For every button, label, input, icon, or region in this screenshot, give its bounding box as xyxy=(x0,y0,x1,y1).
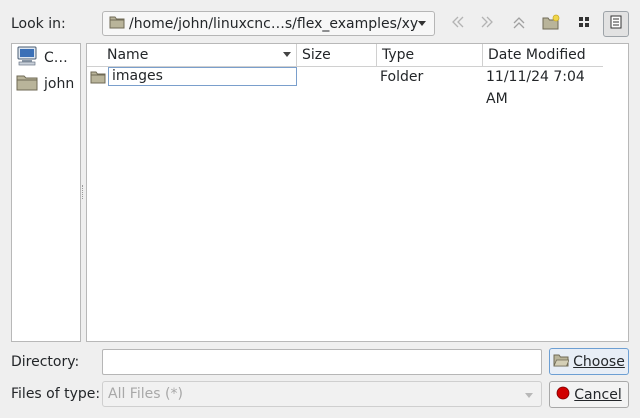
directory-input[interactable] xyxy=(102,349,542,375)
file-list-view[interactable]: Name Size Type Date Modified images Fold… xyxy=(86,43,629,342)
sidebar-item-label: C… xyxy=(44,50,68,66)
cancel-button[interactable]: Cancel xyxy=(549,381,629,408)
list-view-icon xyxy=(576,14,592,34)
files-of-type-combo: All Files (*) xyxy=(102,381,542,407)
look-in-combo[interactable]: /home/john/linuxcnc…s/flex_examples/xyz xyxy=(102,11,435,36)
row-type: Folder xyxy=(380,69,424,85)
list-view-button[interactable] xyxy=(571,11,597,37)
folder-icon xyxy=(90,69,106,85)
rename-field[interactable]: images xyxy=(108,67,297,86)
column-header-label: Date Modified xyxy=(488,47,586,63)
choose-label: Choose xyxy=(573,353,625,370)
parent-directory-icon xyxy=(511,14,527,34)
detail-view-icon xyxy=(608,14,624,34)
computer-icon xyxy=(16,46,38,70)
table-row[interactable]: images Folder 11/11/24 7:04 AM xyxy=(87,66,603,107)
column-header-label: Size xyxy=(302,47,331,63)
sidebar-item-computer[interactable]: C… xyxy=(16,46,68,70)
detail-view-button[interactable] xyxy=(603,11,629,37)
splitter-handle[interactable] xyxy=(82,185,85,199)
chevron-down-icon xyxy=(525,393,533,398)
column-header-size[interactable]: Size xyxy=(297,44,377,66)
sort-descending-icon xyxy=(283,52,291,57)
sidebar-item-john[interactable]: john xyxy=(16,73,74,95)
folder-open-icon xyxy=(553,353,570,371)
back-arrow-icon xyxy=(449,14,465,34)
column-header-date[interactable]: Date Modified xyxy=(483,44,603,66)
look-in-path: /home/john/linuxcnc…s/flex_examples/xyz xyxy=(129,15,418,32)
parent-directory-button[interactable] xyxy=(506,11,532,37)
column-header-label: Name xyxy=(107,47,149,63)
forward-button[interactable] xyxy=(475,11,501,37)
directory-label: Directory: xyxy=(11,354,80,370)
folder-icon xyxy=(109,15,125,33)
cancel-label: Cancel xyxy=(574,386,622,403)
files-of-type-value: All Files (*) xyxy=(108,386,183,402)
column-header-type[interactable]: Type xyxy=(377,44,483,66)
choose-button[interactable]: Choose xyxy=(549,348,629,375)
back-button[interactable] xyxy=(444,11,470,37)
chevron-down-icon xyxy=(418,21,426,26)
places-sidebar[interactable]: C… john xyxy=(11,43,81,342)
new-folder-icon xyxy=(542,14,560,34)
look-in-label: Look in: xyxy=(11,16,66,32)
list-header: Name Size Type Date Modified xyxy=(87,44,603,67)
column-header-label: Type xyxy=(382,47,415,63)
sidebar-item-label: john xyxy=(44,76,75,92)
cancel-icon xyxy=(556,386,570,404)
files-of-type-label: Files of type: xyxy=(11,386,101,402)
new-folder-button[interactable] xyxy=(538,11,564,37)
forward-arrow-icon xyxy=(480,14,496,34)
folder-icon xyxy=(16,73,38,95)
row-date: 11/11/24 7:04 AM xyxy=(486,69,585,107)
column-header-name[interactable]: Name xyxy=(102,44,297,66)
